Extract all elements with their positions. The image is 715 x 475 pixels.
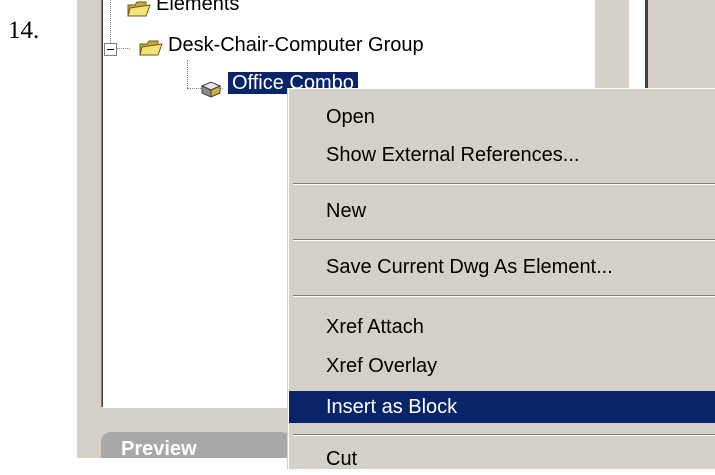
menu-item-new[interactable]: New — [289, 195, 715, 227]
menu-item-label: Save Current Dwg As Element... — [326, 256, 613, 278]
folder-icon — [127, 1, 151, 17]
menu-separator — [293, 239, 715, 241]
menu-item-label: Xref Overlay — [326, 355, 438, 377]
tree-item-label: Desk-Chair-Computer Group — [168, 34, 424, 56]
menu-item-label: Xref Attach — [326, 316, 424, 338]
context-menu: Open Show External References... New Sav… — [288, 88, 715, 470]
step-number: 14. — [8, 17, 40, 44]
collapse-toggle[interactable] — [104, 43, 117, 56]
tree-connector — [110, 0, 111, 43]
menu-item-insert-as-block[interactable]: Insert as Block — [289, 391, 715, 423]
menu-separator — [293, 434, 715, 436]
menu-item-cut[interactable]: Cut — [289, 443, 715, 475]
menu-item-label: Show External References... — [326, 144, 580, 166]
menu-item-save-current-dwg-as-element[interactable]: Save Current Dwg As Element... — [289, 251, 715, 283]
menu-separator — [293, 183, 715, 185]
menu-item-xref-overlay[interactable]: Xref Overlay — [289, 350, 715, 382]
block-icon — [200, 81, 222, 98]
menu-separator — [293, 295, 715, 297]
tab-preview-label: Preview — [121, 438, 197, 458]
menu-item-open[interactable]: Open — [289, 101, 715, 133]
menu-item-label: Cut — [326, 448, 358, 470]
tree-connector — [116, 48, 130, 49]
tree-item-label: Elements — [156, 0, 240, 15]
menu-item-label: New — [326, 200, 367, 222]
folder-icon — [139, 40, 163, 56]
menu-item-xref-attach[interactable]: Xref Attach — [289, 311, 715, 343]
menu-item-label: Insert as Block — [326, 396, 458, 418]
menu-item-show-external-references[interactable]: Show External References... — [289, 139, 715, 171]
menu-item-label: Open — [326, 106, 375, 128]
tree-connector — [187, 60, 188, 88]
tab-preview[interactable]: Preview — [101, 432, 291, 458]
